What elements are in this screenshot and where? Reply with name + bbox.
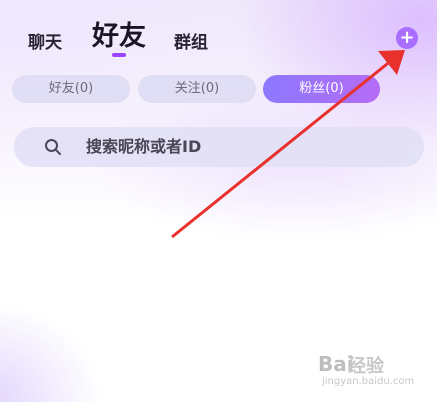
filter-chip-fans[interactable]: 粉丝(0) xyxy=(263,75,380,103)
add-friend-button[interactable]: + xyxy=(396,27,418,49)
search-placeholder: 搜索昵称或者ID xyxy=(86,137,202,156)
filter-chip-following[interactable]: 关注(0) xyxy=(138,75,256,103)
tab-friends[interactable]: 好友 xyxy=(92,14,146,53)
filter-chip-friends[interactable]: 好友(0) xyxy=(12,75,130,103)
watermark-text: 经验 xyxy=(348,356,384,377)
top-tab-bar: 聊天 好友 群组 + xyxy=(0,0,437,70)
search-bar[interactable]: 搜索昵称或者ID xyxy=(14,127,424,167)
tab-groups[interactable]: 群组 xyxy=(174,28,208,53)
watermark-logo: Bai 经验 jingyan.baidu.com xyxy=(318,346,428,396)
active-tab-indicator xyxy=(112,53,126,57)
search-icon xyxy=(44,138,62,156)
watermark-url: jingyan.baidu.com xyxy=(322,376,415,387)
tab-chat[interactable]: 聊天 xyxy=(28,28,62,53)
